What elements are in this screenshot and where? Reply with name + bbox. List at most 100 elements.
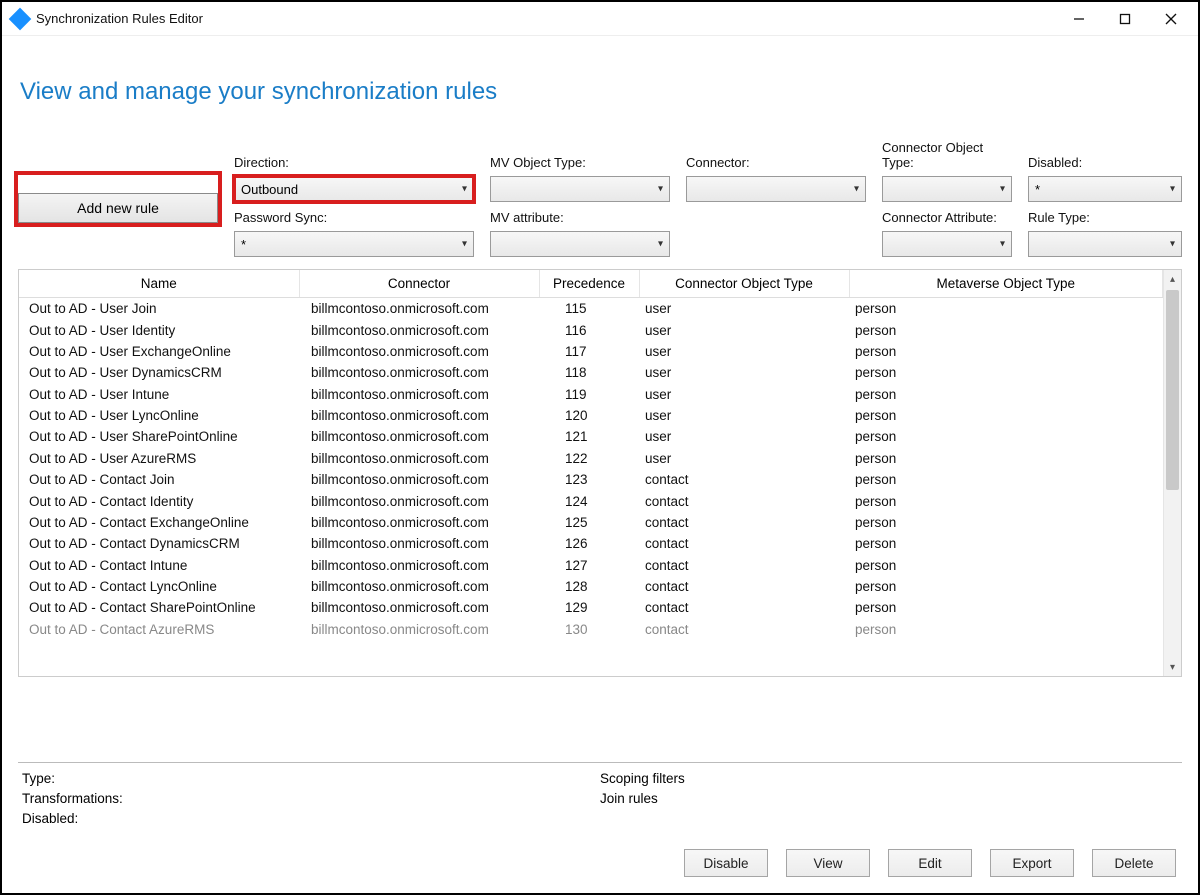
cell-precedence: 117 — [539, 341, 639, 362]
cell-name: Out to AD - User SharePointOnline — [19, 426, 299, 447]
filters: Direction: Outbound ▾ MV Object Type: ▾ … — [18, 140, 1182, 257]
cell-name: Out to AD - Contact Join — [19, 469, 299, 490]
table-row[interactable]: Out to AD - User LyncOnlinebillmcontoso.… — [19, 405, 1163, 426]
table-row[interactable]: Out to AD - User Identitybillmcontoso.on… — [19, 319, 1163, 340]
table-row[interactable]: Out to AD - Contact Intunebillmcontoso.o… — [19, 555, 1163, 576]
page-heading: View and manage your synchronization rul… — [20, 78, 1182, 106]
cell-connector: billmcontoso.onmicrosoft.com — [299, 469, 539, 490]
conn-attribute-combo[interactable]: ▾ — [882, 231, 1012, 257]
delete-button[interactable]: Delete — [1092, 849, 1176, 877]
table-row[interactable]: Out to AD - User Joinbillmcontoso.onmicr… — [19, 298, 1163, 320]
chevron-down-icon: ▾ — [658, 184, 663, 195]
cell-precedence: 130 — [539, 619, 639, 640]
cell-mv-obj-type: person — [849, 405, 1163, 426]
cell-precedence: 119 — [539, 384, 639, 405]
edit-button[interactable]: Edit — [888, 849, 972, 877]
table-row[interactable]: Out to AD - Contact ExchangeOnlinebillmc… — [19, 512, 1163, 533]
direction-label: Direction: — [234, 155, 474, 170]
cell-conn-obj-type: user — [639, 341, 849, 362]
cell-connector: billmcontoso.onmicrosoft.com — [299, 341, 539, 362]
table-row[interactable]: Out to AD - User AzureRMSbillmcontoso.on… — [19, 448, 1163, 469]
minimize-button[interactable] — [1056, 4, 1102, 34]
table-row[interactable]: Out to AD - User Intunebillmcontoso.onmi… — [19, 384, 1163, 405]
cell-name: Out to AD - Contact SharePointOnline — [19, 597, 299, 618]
cell-connector: billmcontoso.onmicrosoft.com — [299, 384, 539, 405]
cell-mv-obj-type: person — [849, 362, 1163, 383]
cell-conn-obj-type: contact — [639, 555, 849, 576]
password-sync-value: * — [241, 237, 246, 252]
chevron-down-icon: ▾ — [658, 239, 663, 250]
cell-mv-obj-type: person — [849, 298, 1163, 320]
cell-name: Out to AD - User Identity — [19, 319, 299, 340]
cell-conn-obj-type: user — [639, 426, 849, 447]
cell-conn-obj-type: contact — [639, 597, 849, 618]
titlebar: Synchronization Rules Editor — [2, 2, 1198, 36]
app-icon — [9, 7, 32, 30]
table-row[interactable]: Out to AD - Contact SharePointOnlinebill… — [19, 597, 1163, 618]
scroll-up-icon[interactable]: ▴ — [1164, 270, 1181, 288]
table-row[interactable]: Out to AD - User SharePointOnlinebillmco… — [19, 426, 1163, 447]
grid-header-row: Name Connector Precedence Connector Obje… — [19, 270, 1163, 298]
cell-conn-obj-type: contact — [639, 533, 849, 554]
cell-name: Out to AD - User Intune — [19, 384, 299, 405]
cell-connector: billmcontoso.onmicrosoft.com — [299, 405, 539, 426]
disabled-combo[interactable]: * ▾ — [1028, 176, 1182, 202]
table-row[interactable]: Out to AD - Contact Joinbillmcontoso.onm… — [19, 469, 1163, 490]
mv-attribute-combo[interactable]: ▾ — [490, 231, 670, 257]
cell-name: Out to AD - Contact AzureRMS — [19, 619, 299, 640]
view-button[interactable]: View — [786, 849, 870, 877]
action-buttons: Disable View Edit Export Delete — [18, 829, 1182, 885]
content: View and manage your synchronization rul… — [2, 36, 1198, 893]
cell-conn-obj-type: contact — [639, 619, 849, 640]
password-sync-combo[interactable]: * ▾ — [234, 231, 474, 257]
chevron-down-icon: ▾ — [462, 239, 467, 250]
cell-conn-obj-type: user — [639, 405, 849, 426]
scroll-thumb[interactable] — [1166, 290, 1179, 490]
table-row[interactable]: Out to AD - Contact Identitybillmcontoso… — [19, 490, 1163, 511]
cell-precedence: 116 — [539, 319, 639, 340]
cell-mv-obj-type: person — [849, 341, 1163, 362]
table-row[interactable]: Out to AD - Contact AzureRMSbillmcontoso… — [19, 619, 1163, 640]
vertical-scrollbar[interactable]: ▴ ▾ — [1163, 270, 1181, 676]
cell-conn-obj-type: user — [639, 319, 849, 340]
connector-combo[interactable]: ▾ — [686, 176, 866, 202]
chevron-down-icon: ▾ — [1170, 239, 1175, 250]
conn-obj-type-combo[interactable]: ▾ — [882, 176, 1012, 202]
scroll-down-icon[interactable]: ▾ — [1164, 658, 1181, 676]
export-button[interactable]: Export — [990, 849, 1074, 877]
cell-conn-obj-type: contact — [639, 490, 849, 511]
cell-precedence: 118 — [539, 362, 639, 383]
window: Synchronization Rules Editor View and ma… — [0, 0, 1200, 895]
footer-details: Type: Transformations: Disabled: Scoping… — [18, 762, 1182, 829]
cell-precedence: 121 — [539, 426, 639, 447]
col-name[interactable]: Name — [19, 270, 299, 298]
direction-combo[interactable]: Outbound ▾ — [234, 176, 474, 202]
table-row[interactable]: Out to AD - Contact LyncOnlinebillmconto… — [19, 576, 1163, 597]
table-row[interactable]: Out to AD - User DynamicsCRMbillmcontoso… — [19, 362, 1163, 383]
rule-type-combo[interactable]: ▾ — [1028, 231, 1182, 257]
table-row[interactable]: Out to AD - User ExchangeOnlinebillmcont… — [19, 341, 1163, 362]
cell-conn-obj-type: contact — [639, 576, 849, 597]
disabled-label: Disabled: — [1028, 155, 1182, 170]
col-conn-obj-type[interactable]: Connector Object Type — [639, 270, 849, 298]
cell-name: Out to AD - Contact Intune — [19, 555, 299, 576]
cell-conn-obj-type: user — [639, 362, 849, 383]
close-button[interactable] — [1148, 4, 1194, 34]
col-mv-obj-type[interactable]: Metaverse Object Type — [849, 270, 1163, 298]
cell-precedence: 128 — [539, 576, 639, 597]
add-new-rule-button[interactable]: Add new rule — [18, 193, 218, 223]
disable-button[interactable]: Disable — [684, 849, 768, 877]
table-row[interactable]: Out to AD - Contact DynamicsCRMbillmcont… — [19, 533, 1163, 554]
maximize-button[interactable] — [1102, 4, 1148, 34]
col-precedence[interactable]: Precedence — [539, 270, 639, 298]
cell-mv-obj-type: person — [849, 426, 1163, 447]
cell-connector: billmcontoso.onmicrosoft.com — [299, 298, 539, 320]
password-sync-label: Password Sync: — [234, 210, 474, 225]
cell-connector: billmcontoso.onmicrosoft.com — [299, 490, 539, 511]
col-connector[interactable]: Connector — [299, 270, 539, 298]
cell-conn-obj-type: user — [639, 384, 849, 405]
mv-object-type-combo[interactable]: ▾ — [490, 176, 670, 202]
connector-label: Connector: — [686, 155, 866, 170]
cell-precedence: 120 — [539, 405, 639, 426]
cell-name: Out to AD - Contact ExchangeOnline — [19, 512, 299, 533]
